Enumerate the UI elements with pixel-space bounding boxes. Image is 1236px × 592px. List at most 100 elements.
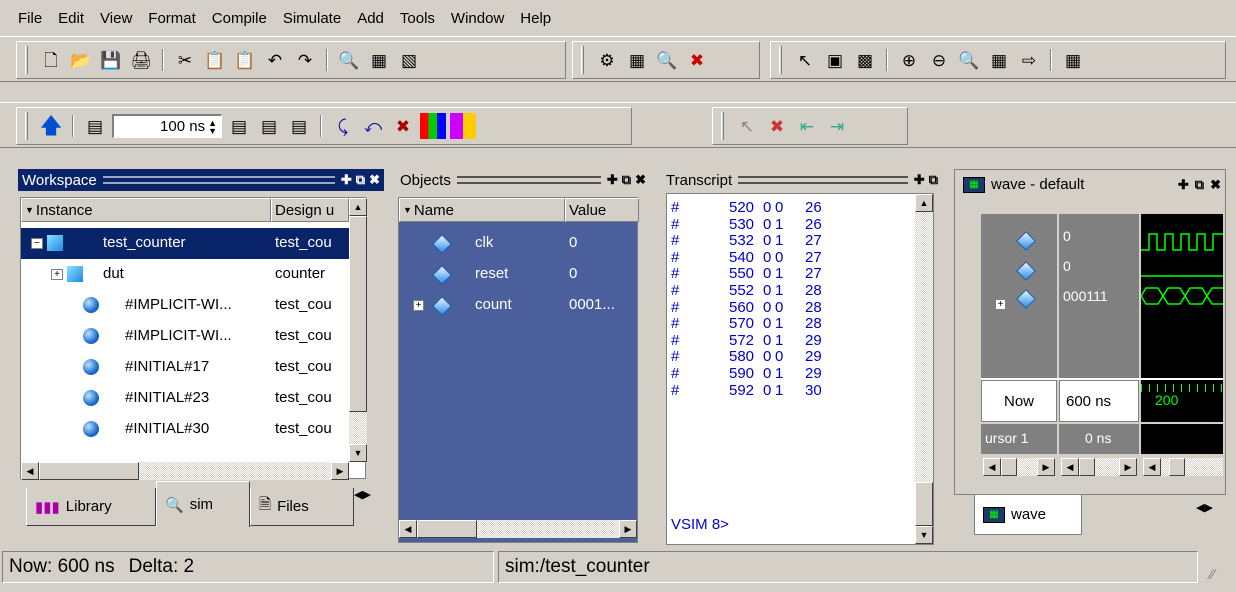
tab-wave[interactable]: ▦ wave [974, 495, 1082, 535]
next-edge-icon[interactable]: ⇥ [824, 113, 850, 139]
tree-vscrollbar[interactable]: ▲ ▼ [349, 198, 367, 462]
undock-icon[interactable]: ⧉ [622, 172, 631, 188]
menu-simulate[interactable]: Simulate [275, 10, 349, 27]
scroll-right-icon[interactable]: ▶ [331, 462, 349, 480]
col-name-header[interactable]: ▼ Name [399, 198, 565, 222]
simulate-icon[interactable]: 🔍 [654, 47, 680, 73]
undock-icon[interactable]: ⧉ [356, 172, 365, 188]
names-hscrollbar[interactable]: ◀ ▶ [983, 458, 1055, 476]
scroll-down-icon[interactable]: ▼ [349, 444, 367, 462]
toolbar-grip[interactable] [779, 46, 782, 74]
collapse-icon[interactable]: − [31, 238, 43, 249]
scroll-left-icon[interactable]: ◀ [1143, 458, 1161, 476]
pin-icon[interactable]: ✚ [914, 172, 925, 188]
wave-compare-icon[interactable]: ▦ [1060, 47, 1086, 73]
copy-icon[interactable]: 📋 [202, 47, 228, 73]
redo-icon[interactable]: ↷ [292, 47, 318, 73]
edit-mode-icon[interactable]: ▩ [852, 47, 878, 73]
menu-tools[interactable]: Tools [392, 10, 443, 27]
expand-icon[interactable]: + [995, 299, 1006, 310]
paste-icon[interactable]: 📋 [232, 47, 258, 73]
console-prompt[interactable]: VSIM 8> [671, 516, 729, 533]
stop-icon[interactable]: ✖ [390, 113, 416, 139]
run-icon[interactable]: ▤ [226, 113, 252, 139]
zoom-in-icon[interactable]: ⊕ [896, 47, 922, 73]
tab-library[interactable]: ▮▮▮ Library [26, 488, 156, 526]
signal-reset-icon[interactable] [1016, 261, 1036, 281]
values-hscrollbar[interactable]: ◀ ▶ [1061, 458, 1137, 476]
wave-titlebar[interactable]: ▦ wave - default ✚ ⧉ ✖ [963, 176, 1221, 193]
collapse-icon[interactable]: ▦ [366, 47, 392, 73]
workspace-titlebar[interactable]: Workspace ✚ ⧉ ✖ [18, 169, 384, 191]
tree-row[interactable]: #IMPLICIT-WI... test_cou [21, 321, 349, 352]
cut-icon[interactable]: ✂ [172, 47, 198, 73]
close-icon[interactable]: ✖ [369, 172, 380, 188]
restart-icon[interactable]: ▤ [82, 113, 108, 139]
delete-cursor-icon[interactable]: ✖ [764, 113, 790, 139]
objects-titlebar[interactable]: Objects ✚ ⧉ ✖ [396, 169, 650, 191]
menu-add[interactable]: Add [349, 10, 392, 27]
toolbar-grip[interactable] [721, 112, 724, 140]
hscroll-thumb[interactable] [1001, 458, 1017, 476]
tab-scroll-icon[interactable]: ◀▶ [354, 488, 371, 501]
object-row[interactable]: reset 0 [399, 259, 639, 290]
scroll-right-icon[interactable]: ▶ [619, 520, 637, 538]
col-design-header[interactable]: Design u [271, 198, 349, 222]
menu-format[interactable]: Format [140, 10, 204, 27]
tree-row[interactable]: + dut counter [21, 259, 349, 290]
pin-icon[interactable]: ✚ [607, 172, 618, 188]
wave-hscrollbar[interactable]: ◀ [1143, 458, 1223, 476]
toolbar-grip[interactable] [25, 46, 28, 74]
menu-file[interactable]: File [10, 10, 50, 27]
zoom-full-icon[interactable]: 🔍 [956, 47, 982, 73]
menu-view[interactable]: View [92, 10, 140, 27]
signal-clk-icon[interactable] [1016, 231, 1036, 251]
resize-grip-icon[interactable]: ∕∕ [1210, 566, 1215, 582]
objects-hscrollbar[interactable]: ◀ ▶ [399, 520, 637, 538]
scroll-left-icon[interactable]: ◀ [1061, 458, 1079, 476]
scroll-thumb[interactable] [349, 216, 367, 412]
compile-all-icon[interactable]: ▦ [624, 47, 650, 73]
run-all-icon[interactable]: ▤ [286, 113, 312, 139]
scroll-up-icon[interactable]: ▲ [915, 194, 933, 212]
tab-sim[interactable]: 🔍 sim [156, 481, 250, 527]
scroll-right-icon[interactable]: ▶ [1037, 458, 1055, 476]
signal-count-icon[interactable] [1016, 289, 1036, 309]
scroll-right-icon[interactable]: ▶ [1119, 458, 1137, 476]
pin-icon[interactable]: ✚ [1178, 177, 1189, 193]
menu-compile[interactable]: Compile [204, 10, 275, 27]
scroll-up-icon[interactable]: ▲ [349, 198, 367, 216]
close-icon[interactable]: ✖ [1210, 177, 1221, 193]
prev-edge-icon[interactable]: ⇤ [794, 113, 820, 139]
undock-icon[interactable]: ⧉ [1195, 177, 1204, 193]
up-arrow-icon[interactable]: 🡅 [38, 113, 64, 139]
step-icon[interactable]: ⤹ [330, 113, 356, 139]
save-icon[interactable]: 💾 [98, 47, 124, 73]
col-instance-header[interactable]: ▼ Instance [21, 198, 271, 222]
undo-icon[interactable]: ↶ [262, 47, 288, 73]
add-cursor-icon[interactable]: ↖ [734, 113, 760, 139]
cursor-track[interactable] [1141, 424, 1223, 454]
zoom-range-icon[interactable]: ⇨ [1016, 47, 1042, 73]
continue-icon[interactable]: ▤ [256, 113, 282, 139]
scroll-down-icon[interactable]: ▼ [915, 526, 933, 544]
tab-scroll-icon[interactable]: ◀▶ [1196, 501, 1213, 514]
select-mode-icon[interactable]: ↖ [792, 47, 818, 73]
tab-files[interactable]: 🗎 Files [250, 488, 354, 526]
scroll-left-icon[interactable]: ◀ [21, 462, 39, 480]
object-row[interactable]: clk 0 [399, 228, 639, 259]
expand-icon[interactable]: ▧ [396, 47, 422, 73]
performance-icon[interactable] [420, 113, 446, 139]
expand-icon[interactable]: + [413, 300, 424, 311]
compile-icon[interactable]: ⚙ [594, 47, 620, 73]
tree-row[interactable]: #IMPLICIT-WI... test_cou [21, 290, 349, 321]
new-file-icon[interactable]: 🗋 [38, 47, 64, 73]
zoom-out-icon[interactable]: ⊖ [926, 47, 952, 73]
pin-icon[interactable]: ✚ [341, 172, 352, 188]
transcript-vscrollbar[interactable]: ▲ ▼ [915, 194, 933, 544]
close-icon[interactable]: ✖ [635, 172, 646, 188]
toolbar-grip[interactable] [25, 112, 28, 140]
transcript-titlebar[interactable]: Transcript ✚ ⧉ [662, 169, 942, 191]
expand-icon[interactable]: + [51, 269, 63, 280]
run-length-field[interactable]: 100 ns ▲ ▼ [112, 114, 222, 138]
